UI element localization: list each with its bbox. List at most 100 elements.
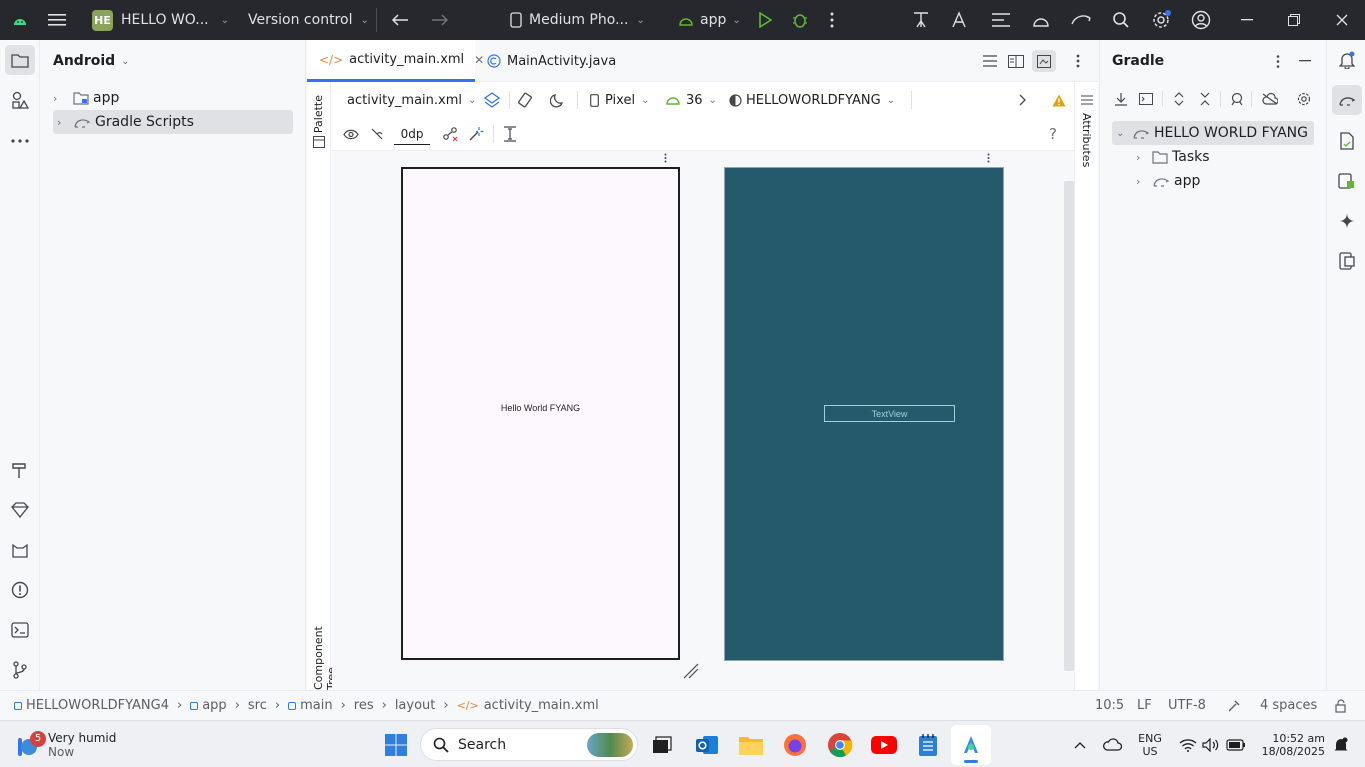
- restore-window-icon[interactable]: [1288, 0, 1300, 40]
- breadcrumb-item[interactable]: HELLOWORLDFYANG4: [26, 698, 169, 713]
- version-control-menu[interactable]: Version control ⌄: [248, 0, 369, 40]
- design-view-icon[interactable]: [1032, 50, 1056, 72]
- collapse-all-icon[interactable]: [1196, 90, 1214, 108]
- search-icon[interactable]: [1112, 0, 1130, 40]
- gemini-sparkle-icon[interactable]: [1332, 206, 1362, 236]
- windows-start-icon[interactable]: [380, 721, 412, 767]
- expand-all-icon[interactable]: [1170, 90, 1188, 108]
- logcat-icon[interactable]: [991, 0, 1011, 40]
- terminal-icon[interactable]: [5, 615, 35, 645]
- device-mirroring-icon[interactable]: [1332, 246, 1362, 276]
- download-sources-icon[interactable]: [1112, 90, 1130, 108]
- hello-world-textview[interactable]: Hello World FYANG: [403, 403, 678, 413]
- task-view-icon[interactable]: [648, 721, 676, 767]
- code-style-icon[interactable]: [1227, 691, 1241, 720]
- hide-panel-minus-icon[interactable]: [1296, 52, 1314, 70]
- account-icon[interactable]: [1191, 0, 1211, 40]
- show-hidden-icons-chevron-icon[interactable]: [1070, 721, 1090, 767]
- notepad-icon[interactable]: [913, 721, 943, 767]
- breadcrumb-item[interactable]: res: [354, 698, 374, 713]
- breadcrumb-item[interactable]: app: [202, 698, 226, 713]
- build-hammer-icon[interactable]: [5, 455, 35, 485]
- file-encoding[interactable]: UTF-8: [1168, 691, 1206, 720]
- chevron-right-icon[interactable]: [1015, 91, 1031, 109]
- close-window-icon[interactable]: [1336, 0, 1348, 40]
- more-horizontal-icon[interactable]: [5, 126, 35, 156]
- blueprint-preview-screen[interactable]: TextView: [724, 167, 1004, 661]
- gradle-tool-icon[interactable]: [1332, 85, 1362, 115]
- default-margin-selector[interactable]: 0dp: [394, 123, 430, 145]
- chrome-icon[interactable]: [824, 721, 856, 767]
- clock[interactable]: 10:52 am 18/08/2025: [1255, 729, 1325, 761]
- gradle-settings-gear-icon[interactable]: [1295, 90, 1313, 108]
- line-separator[interactable]: LF: [1137, 691, 1152, 720]
- design-surface-menu-icon[interactable]: [661, 151, 669, 165]
- night-mode-moon-icon[interactable]: [549, 91, 567, 109]
- breadcrumb-item[interactable]: activity_main.xml: [484, 698, 599, 713]
- profiler-icon[interactable]: [912, 0, 932, 40]
- resize-handle-icon[interactable]: [681, 661, 701, 681]
- tab-main-activity-java[interactable]: MainActivity.java: [487, 40, 637, 82]
- android-studio-taskbar-icon[interactable]: [951, 725, 991, 765]
- theme-selector[interactable]: HELLOWORLDFYANG ⌄: [729, 83, 895, 117]
- more-vertical-icon[interactable]: [1071, 52, 1085, 70]
- tree-item-gradle-scripts[interactable]: › Gradle Scripts: [53, 110, 293, 134]
- resource-manager-icon[interactable]: [5, 85, 35, 115]
- palette-tab[interactable]: Palette: [312, 95, 325, 133]
- project-selector[interactable]: HE HELLO WO... ⌄: [92, 0, 229, 40]
- forward-arrow-icon[interactable]: [431, 0, 449, 40]
- breadcrumb-item[interactable]: src: [248, 698, 267, 713]
- attributes-tab[interactable]: Attributes: [1080, 113, 1093, 167]
- onedrive-cloud-icon[interactable]: [1100, 721, 1124, 767]
- youtube-icon[interactable]: [869, 721, 899, 767]
- vertical-scrollbar[interactable]: [1064, 181, 1074, 671]
- language-indicator[interactable]: ENG US: [1135, 729, 1165, 761]
- tree-item-app[interactable]: › app: [53, 86, 293, 110]
- running-devices-icon[interactable]: [1332, 166, 1362, 196]
- textview-blueprint-box[interactable]: TextView: [824, 405, 955, 422]
- warning-icon[interactable]: [1050, 91, 1068, 109]
- device-manager-icon[interactable]: [1031, 0, 1051, 40]
- help-question-icon[interactable]: ?: [1044, 125, 1062, 143]
- weather-widget[interactable]: 5 Very humid Now: [10, 721, 120, 767]
- gradle-sync-icon[interactable]: [1070, 0, 1092, 40]
- indent-setting[interactable]: 4 spaces: [1260, 691, 1317, 720]
- settings-gear-icon[interactable]: [1151, 0, 1171, 40]
- taskbar-search-box[interactable]: Search: [420, 728, 638, 761]
- api-level-selector[interactable]: 36 ⌄: [666, 83, 717, 117]
- gradle-tree-tasks[interactable]: › Tasks: [1132, 145, 1314, 169]
- device-selector[interactable]: Medium Pho... ⌄: [510, 0, 645, 40]
- notifications-bell-icon[interactable]: [1332, 45, 1362, 75]
- android-studio-logo-icon[interactable]: [12, 0, 28, 40]
- back-arrow-icon[interactable]: [391, 0, 409, 40]
- app-inspection-cat-icon[interactable]: [5, 535, 35, 565]
- device-file-explorer-icon[interactable]: [1332, 126, 1362, 156]
- firefox-icon[interactable]: [780, 721, 810, 767]
- offline-mode-icon[interactable]: [1261, 90, 1279, 108]
- run-config-selector[interactable]: app ⌄: [678, 0, 741, 40]
- problems-icon[interactable]: [5, 575, 35, 605]
- breadcrumb-item[interactable]: layout: [395, 698, 436, 713]
- guidelines-icon[interactable]: [501, 125, 519, 143]
- project-view-selector[interactable]: Android ⌄: [53, 51, 130, 71]
- code-view-icon[interactable]: [981, 52, 999, 70]
- gemini-diamond-icon[interactable]: [5, 495, 35, 525]
- more-vertical-icon[interactable]: [1271, 52, 1285, 70]
- translate-icon[interactable]: [951, 0, 971, 40]
- project-folder-icon[interactable]: [5, 45, 35, 75]
- close-tab-icon[interactable]: ✕: [474, 53, 484, 67]
- tab-activity-main-xml[interactable]: </> activity_main.xml ✕: [307, 40, 484, 82]
- outlook-app-icon[interactable]: [692, 721, 722, 767]
- battery-icon[interactable]: [1225, 721, 1247, 767]
- design-surface-layers-icon[interactable]: [483, 91, 501, 109]
- notification-center-icon[interactable]: [1331, 721, 1351, 767]
- layout-file-selector[interactable]: activity_main.xml ⌄: [347, 83, 476, 117]
- volume-icon[interactable]: [1201, 721, 1221, 767]
- autoconnect-magnet-icon[interactable]: [368, 125, 386, 143]
- analyze-dependencies-icon[interactable]: [1228, 90, 1246, 108]
- infer-constraints-wand-icon[interactable]: [467, 125, 485, 143]
- run-icon[interactable]: [758, 0, 772, 40]
- design-preview-screen[interactable]: Hello World FYANG: [401, 167, 680, 660]
- gradle-tree-root[interactable]: ⌄ HELLO WORLD FYANG: [1112, 121, 1314, 145]
- caret-position[interactable]: 10:5: [1095, 691, 1124, 720]
